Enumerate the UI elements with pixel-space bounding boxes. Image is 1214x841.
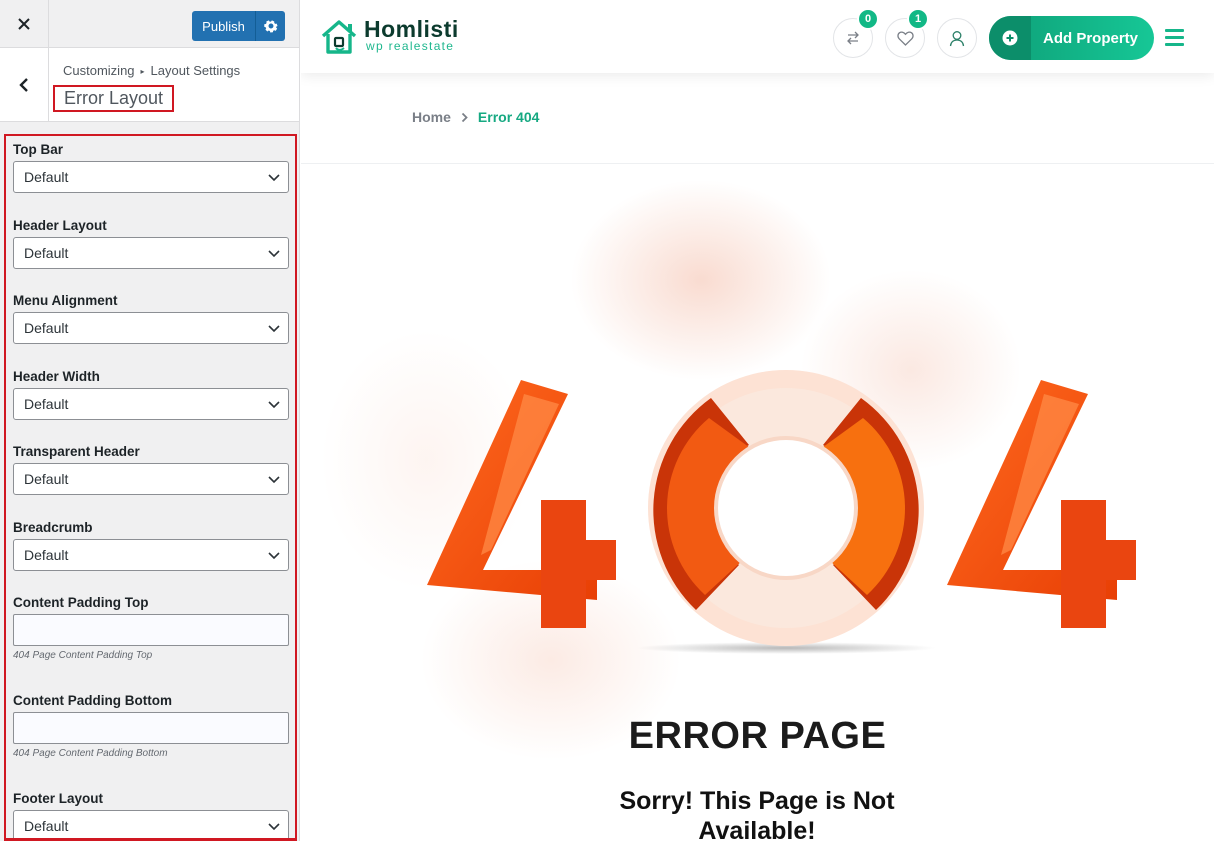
lifebuoy-zero <box>648 370 924 646</box>
error-message: Sorry! This Page is Not Available! <box>619 787 895 841</box>
select-value: Default <box>24 471 69 487</box>
publish-button[interactable]: Publish <box>192 11 255 41</box>
breadcrumb-select[interactable]: Default <box>13 539 289 571</box>
gear-icon <box>263 20 278 33</box>
control-header-width: Header Width Default <box>13 369 289 420</box>
back-button[interactable] <box>0 48 49 122</box>
house-logo-icon <box>321 20 357 54</box>
compare-arrows-icon <box>847 31 859 45</box>
control-header-layout: Header Layout Default <box>13 218 289 269</box>
logo-tagline: wp realestate <box>366 39 455 53</box>
control-breadcrumb: Breadcrumb Default <box>13 520 289 571</box>
control-label: Header Layout <box>13 218 107 233</box>
logo-name: Homlisti <box>364 16 459 42</box>
footer-layout-select[interactable]: Default <box>13 810 289 838</box>
select-value: Default <box>24 818 69 834</box>
add-property-button[interactable]: Add Property <box>989 16 1154 60</box>
background-glow <box>571 180 831 380</box>
control-label: Content Padding Bottom <box>13 693 172 708</box>
hamburger-menu-icon[interactable] <box>1165 29 1184 46</box>
control-label: Breadcrumb <box>13 520 93 535</box>
breadcrumb-parent: Layout Settings <box>150 63 241 78</box>
control-label: Menu Alignment <box>13 293 118 308</box>
account-button[interactable] <box>937 18 977 58</box>
customizer-sidebar: Publish Customizing ▸ Layout Settings Erro… <box>0 0 300 841</box>
site-logo[interactable]: Homlisti wp realestate <box>320 18 459 56</box>
chevron-down-icon <box>268 325 280 333</box>
menu-alignment-select[interactable]: Default <box>13 312 289 344</box>
select-value: Default <box>24 245 69 261</box>
digit-four-right <box>947 380 1136 628</box>
publish-controls: Publish <box>192 11 285 41</box>
control-content-padding-bottom: Content Padding Bottom 404 Page Content … <box>13 693 289 759</box>
chevron-down-icon <box>268 476 280 484</box>
chevron-down-icon <box>268 823 280 831</box>
select-value: Default <box>24 169 69 185</box>
control-label: Top Bar <box>13 142 63 157</box>
divider <box>301 163 1214 164</box>
top-bar-select[interactable]: Default <box>13 161 289 193</box>
heart-icon <box>896 31 914 46</box>
breadcrumb-home-link[interactable]: Home <box>412 109 451 125</box>
content-padding-bottom-input[interactable] <box>13 712 289 744</box>
plus-circle-icon <box>1002 30 1018 46</box>
transparent-header-select[interactable]: Default <box>13 463 289 495</box>
digit-four-left <box>427 380 616 628</box>
control-description: 404 Page Content Padding Top <box>13 650 153 661</box>
select-value: Default <box>24 320 69 336</box>
select-value: Default <box>24 396 69 412</box>
add-property-label: Add Property <box>1043 29 1139 47</box>
compare-count-badge: 0 <box>857 8 879 30</box>
section-breadcrumb: Customizing ▸ Layout Settings <box>63 63 240 78</box>
control-content-padding-top: Content Padding Top 404 Page Content Pad… <box>13 595 289 661</box>
section-header: Customizing ▸ Layout Settings Error Layout <box>0 48 299 122</box>
chevron-right-icon <box>461 112 468 123</box>
breadcrumb-separator-icon: ▸ <box>140 67 145 76</box>
site-preview: Homlisti wp realestate 0 1 Add Property … <box>301 0 1214 841</box>
control-label: Transparent Header <box>13 444 140 459</box>
error-404-illustration: 404 <box>427 370 1136 654</box>
header-width-select[interactable]: Default <box>13 388 289 420</box>
chevron-down-icon <box>268 552 280 560</box>
control-label: Content Padding Top <box>13 595 149 610</box>
user-icon <box>949 30 965 46</box>
controls-panel: Top Bar Default Header Layout Default Me… <box>4 134 297 841</box>
error-title: ERROR PAGE <box>628 715 887 757</box>
chevron-down-icon <box>268 401 280 409</box>
control-transparent-header: Transparent Header Default <box>13 444 289 495</box>
close-customizer-button[interactable] <box>0 0 49 48</box>
control-menu-alignment: Menu Alignment Default <box>13 293 289 344</box>
chevron-left-icon <box>19 78 28 92</box>
breadcrumb-current: Error 404 <box>477 109 540 125</box>
chevron-down-icon <box>268 174 280 182</box>
control-footer-layout: Footer Layout Default <box>13 791 289 838</box>
plus-cap <box>989 16 1031 60</box>
wishlist-count-badge: 1 <box>907 8 929 30</box>
section-title: Error Layout <box>53 85 175 112</box>
content-padding-top-input[interactable] <box>13 614 289 646</box>
control-description: 404 Page Content Padding Bottom <box>13 748 168 759</box>
page-breadcrumb: Home Error 404 <box>412 109 539 125</box>
control-label: Header Width <box>13 369 100 384</box>
publish-settings-button[interactable] <box>255 11 285 41</box>
header-layout-select[interactable]: Default <box>13 237 289 269</box>
customizer-header: Publish <box>0 0 299 48</box>
control-top-bar: Top Bar Default <box>13 142 289 193</box>
control-label: Footer Layout <box>13 791 103 806</box>
close-icon <box>18 18 30 30</box>
select-value: Default <box>24 547 69 563</box>
chevron-down-icon <box>268 250 280 258</box>
breadcrumb-root: Customizing <box>63 63 135 78</box>
site-header: Homlisti wp realestate 0 1 Add Property <box>301 0 1214 73</box>
